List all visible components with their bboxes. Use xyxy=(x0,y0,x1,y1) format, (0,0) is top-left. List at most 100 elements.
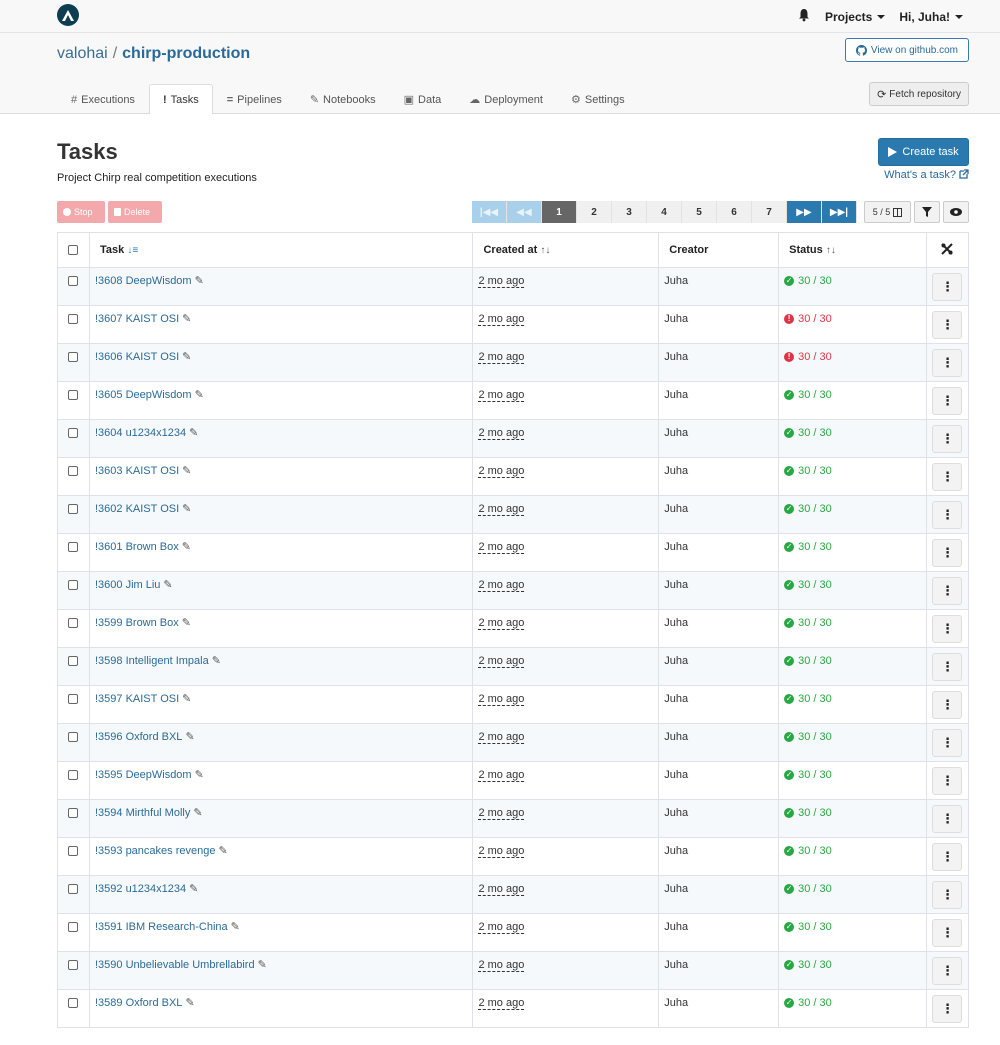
table-row[interactable]: !3598 Intelligent Impala ✎ 2 mo ago Juha ✓ 30… xyxy=(57,647,970,686)
edit-pencil-icon[interactable]: ✎ xyxy=(182,541,191,553)
table-row[interactable]: !3608 DeepWisdom ✎ 2 mo ago Juha ✓ 30 / 30 ⋮ xyxy=(57,267,970,306)
task-link[interactable]: !3594 Mirthful Molly xyxy=(95,807,190,819)
table-row[interactable]: !3597 KAIST OSI ✎ 2 mo ago Juha ✓ 30 / 30 ⋮ xyxy=(57,685,970,724)
task-link[interactable]: !3593 pancakes revenge xyxy=(95,845,215,857)
row-menu-button[interactable]: ⋮ xyxy=(932,424,963,453)
page-button[interactable]: 1 xyxy=(542,201,577,223)
table-row[interactable]: !3607 KAIST OSI ✎ 2 mo ago Juha! 30 / 30 ⋮ xyxy=(57,305,970,344)
tab-settings[interactable]: ⚙ Settings xyxy=(557,84,639,114)
edit-pencil-icon[interactable]: ✎ xyxy=(195,769,204,781)
create-task-button[interactable]: Create task xyxy=(878,138,969,166)
row-checkbox[interactable] xyxy=(68,655,79,666)
table-row[interactable]: !3596 Oxford BXL ✎ 2 mo ago Juha ✓ 30 / 30 ⋮ xyxy=(57,723,970,762)
tab-data[interactable]: ▣ Data xyxy=(390,84,456,114)
tools-column-header[interactable] xyxy=(925,232,970,268)
whats-a-task-link[interactable]: What's a task? xyxy=(884,169,969,181)
row-checkbox[interactable] xyxy=(68,883,79,894)
table-row[interactable]: !3606 KAIST OSI ✎ 2 mo ago Juha! 30 / 30 ⋮ xyxy=(57,343,970,382)
row-menu-button[interactable]: ⋮ xyxy=(932,690,963,719)
bell-icon[interactable] xyxy=(797,8,811,25)
row-menu-button[interactable]: ⋮ xyxy=(932,272,963,301)
task-link[interactable]: !3589 Oxford BXL xyxy=(95,997,182,1009)
edit-pencil-icon[interactable]: ✎ xyxy=(185,731,194,743)
edit-pencil-icon[interactable]: ✎ xyxy=(163,579,172,591)
task-link[interactable]: !3591 IBM Research-China xyxy=(95,921,228,933)
row-checkbox[interactable] xyxy=(68,351,79,362)
edit-pencil-icon[interactable]: ✎ xyxy=(185,997,194,1009)
row-checkbox[interactable] xyxy=(68,541,79,552)
row-menu-button[interactable]: ⋮ xyxy=(932,728,963,757)
row-checkbox[interactable] xyxy=(68,427,79,438)
projects-menu[interactable]: Projects xyxy=(825,10,886,24)
prev-page-button[interactable]: ◀◀ xyxy=(507,201,542,223)
table-row[interactable]: !3603 KAIST OSI ✎ 2 mo ago Juha ✓ 30 / 30 ⋮ xyxy=(57,457,970,496)
edit-pencil-icon[interactable]: ✎ xyxy=(193,807,202,819)
row-menu-button[interactable]: ⋮ xyxy=(932,386,963,415)
row-checkbox[interactable] xyxy=(68,997,79,1008)
task-link[interactable]: !3605 DeepWisdom xyxy=(95,389,192,401)
row-checkbox[interactable] xyxy=(68,693,79,704)
row-menu-button[interactable]: ⋮ xyxy=(932,310,963,339)
row-checkbox[interactable] xyxy=(68,845,79,856)
row-checkbox[interactable] xyxy=(68,579,79,590)
task-link[interactable]: !3595 DeepWisdom xyxy=(95,769,192,781)
row-checkbox[interactable] xyxy=(68,389,79,400)
delete-button[interactable]: Delete xyxy=(108,201,162,223)
row-menu-button[interactable]: ⋮ xyxy=(932,614,963,643)
table-row[interactable]: !3593 pancakes revenge ✎ 2 mo ago Juha ✓ 30 /… xyxy=(57,837,970,876)
tab-pipelines[interactable]: = Pipelines xyxy=(213,84,296,114)
first-page-button[interactable]: |◀◀ xyxy=(472,201,507,223)
task-column-header[interactable]: Task ↓≡ xyxy=(88,232,474,268)
edit-pencil-icon[interactable]: ✎ xyxy=(212,655,221,667)
row-checkbox[interactable] xyxy=(68,959,79,970)
row-checkbox[interactable] xyxy=(68,313,79,324)
task-link[interactable]: !3590 Unbelievable Umbrellabird xyxy=(95,959,255,971)
tab-notebooks[interactable]: ✎ Notebooks xyxy=(296,84,390,114)
row-checkbox[interactable] xyxy=(68,807,79,818)
row-checkbox[interactable] xyxy=(68,769,79,780)
page-button[interactable]: 4 xyxy=(647,201,682,223)
visibility-button[interactable] xyxy=(943,201,969,223)
row-menu-button[interactable]: ⋮ xyxy=(932,842,963,871)
page-button[interactable]: 6 xyxy=(717,201,752,223)
status-column-header[interactable]: Status ↑↓ xyxy=(778,232,927,268)
table-row[interactable]: !3599 Brown Box ✎ 2 mo ago Juha ✓ 30 / 30 ⋮ xyxy=(57,609,970,648)
tab-tasks[interactable]: ! Tasks xyxy=(148,84,213,114)
select-all-checkbox[interactable] xyxy=(68,245,79,256)
stop-button[interactable]: Stop xyxy=(57,201,105,223)
page-button[interactable]: 5 xyxy=(682,201,717,223)
next-page-button[interactable]: ▶▶ xyxy=(787,201,822,223)
edit-pencil-icon[interactable]: ✎ xyxy=(231,921,240,933)
row-checkbox[interactable] xyxy=(68,465,79,476)
table-row[interactable]: !3592 u1234x1234 ✎ 2 mo ago Juha ✓ 30 / 30 ⋮ xyxy=(57,875,970,914)
row-checkbox[interactable] xyxy=(68,921,79,932)
row-menu-button[interactable]: ⋮ xyxy=(932,766,963,795)
edit-pencil-icon[interactable]: ✎ xyxy=(182,351,191,363)
row-menu-button[interactable]: ⋮ xyxy=(932,652,963,681)
breadcrumb-owner[interactable]: valohai xyxy=(57,45,108,62)
created-column-header[interactable]: Created at ↑↓ xyxy=(472,232,660,268)
task-link[interactable]: !3603 KAIST OSI xyxy=(95,465,179,477)
table-row[interactable]: !3590 Unbelievable Umbrellabird ✎ 2 mo ago… xyxy=(57,951,970,990)
task-link[interactable]: !3598 Intelligent Impala xyxy=(95,655,209,667)
table-row[interactable]: !3605 DeepWisdom ✎ 2 mo ago Juha ✓ 30 / 30 ⋮ xyxy=(57,381,970,420)
row-menu-button[interactable]: ⋮ xyxy=(932,462,963,491)
edit-pencil-icon[interactable]: ✎ xyxy=(182,693,191,705)
last-page-button[interactable]: ▶▶| xyxy=(822,201,857,223)
edit-pencil-icon[interactable]: ✎ xyxy=(182,313,191,325)
table-row[interactable]: !3601 Brown Box ✎ 2 mo ago Juha ✓ 30 / 30 ⋮ xyxy=(57,533,970,572)
row-menu-button[interactable]: ⋮ xyxy=(932,880,963,909)
page-button[interactable]: 3 xyxy=(612,201,647,223)
row-menu-button[interactable]: ⋮ xyxy=(932,804,963,833)
task-link[interactable]: !3600 Jim Liu xyxy=(95,579,160,591)
edit-pencil-icon[interactable]: ✎ xyxy=(189,427,198,439)
task-link[interactable]: !3596 Oxford BXL xyxy=(95,731,182,743)
edit-pencil-icon[interactable]: ✎ xyxy=(195,389,204,401)
row-menu-button[interactable]: ⋮ xyxy=(932,538,963,567)
task-link[interactable]: !3599 Brown Box xyxy=(95,617,179,629)
row-menu-button[interactable]: ⋮ xyxy=(932,348,963,377)
edit-pencil-icon[interactable]: ✎ xyxy=(195,275,204,287)
task-link[interactable]: !3606 KAIST OSI xyxy=(95,351,179,363)
breadcrumb-project[interactable]: chirp-production xyxy=(122,45,250,62)
task-link[interactable]: !3604 u1234x1234 xyxy=(95,427,186,439)
